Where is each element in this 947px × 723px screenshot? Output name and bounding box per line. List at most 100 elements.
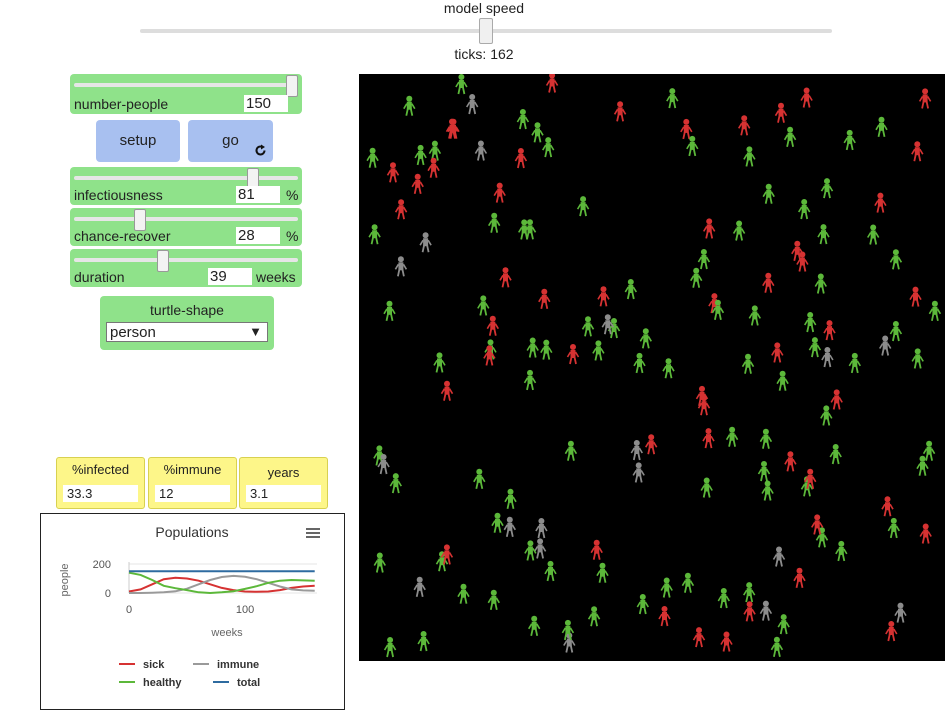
person-icon xyxy=(757,461,771,482)
person-icon xyxy=(597,286,610,307)
y-axis-label: people xyxy=(59,563,71,596)
x-tick-label: 100 xyxy=(236,604,254,616)
person-icon xyxy=(889,321,903,342)
person-icon xyxy=(911,141,924,162)
setup-button[interactable]: setup xyxy=(96,120,180,162)
series-line-immune xyxy=(129,574,315,594)
person-icon xyxy=(523,369,537,391)
number-people-slider[interactable]: number-people 150 xyxy=(70,74,302,114)
person-icon xyxy=(636,594,649,615)
monitor-value: 33.3 xyxy=(63,485,138,502)
person-icon xyxy=(720,631,733,652)
person-icon xyxy=(596,562,609,583)
person-icon xyxy=(538,288,551,309)
person-icon xyxy=(919,523,932,544)
person-icon xyxy=(488,212,501,233)
model-speed-label: model speed xyxy=(443,0,525,16)
person-icon xyxy=(772,546,786,567)
monitor-value: 12 xyxy=(155,485,230,502)
person-icon xyxy=(800,87,813,108)
person-icon xyxy=(894,602,907,623)
person-icon xyxy=(848,352,861,374)
person-icon xyxy=(581,316,595,337)
person-icon xyxy=(440,380,454,401)
chooser-value: person xyxy=(110,324,156,341)
person-icon xyxy=(528,615,541,636)
person-icon xyxy=(457,583,470,604)
slider-handle[interactable] xyxy=(286,75,298,97)
person-icon xyxy=(535,518,548,539)
chance-recover-slider[interactable]: chance-recover 28 % xyxy=(70,208,302,246)
monitor-value: 3.1 xyxy=(246,485,321,502)
person-icon xyxy=(592,340,605,361)
slider-track[interactable] xyxy=(74,176,298,180)
slider-track[interactable] xyxy=(74,217,298,221)
person-icon xyxy=(697,249,711,270)
immune-monitor: %immune 12 xyxy=(148,457,237,509)
person-icon xyxy=(762,272,775,293)
person-icon xyxy=(658,606,671,627)
person-icon xyxy=(743,582,756,603)
duration-slider[interactable]: duration 39 weeks xyxy=(70,249,302,287)
person-icon xyxy=(887,517,900,539)
legend-label-sick[interactable]: sick xyxy=(143,659,165,671)
person-icon xyxy=(815,527,829,548)
legend-label-healthy[interactable]: healthy xyxy=(143,677,182,689)
slider-track[interactable] xyxy=(74,258,298,262)
person-icon xyxy=(814,273,827,294)
world-view[interactable] xyxy=(359,72,945,661)
person-icon xyxy=(777,614,790,635)
person-icon xyxy=(662,358,675,379)
person-icon xyxy=(477,295,490,316)
person-icon xyxy=(717,588,730,609)
person-icon xyxy=(748,305,761,326)
model-speed-handle[interactable] xyxy=(479,18,493,44)
person-icon xyxy=(690,267,703,288)
person-icon xyxy=(909,286,922,307)
person-icon xyxy=(762,183,775,204)
chart-title: Populations xyxy=(155,524,228,540)
person-icon xyxy=(660,577,673,598)
slider-unit: % xyxy=(286,228,299,244)
person-icon xyxy=(889,249,903,270)
person-icon xyxy=(389,473,402,494)
person-icon xyxy=(564,440,578,461)
go-button[interactable]: go xyxy=(188,120,273,162)
person-icon xyxy=(820,178,834,199)
person-icon xyxy=(474,140,488,161)
person-icon xyxy=(526,337,539,358)
person-icon xyxy=(473,468,486,489)
person-icon xyxy=(867,224,880,245)
person-icon xyxy=(783,126,797,147)
person-icon xyxy=(545,72,559,93)
person-icon xyxy=(633,352,646,374)
monitor-label: %infected xyxy=(71,462,130,477)
person-icon xyxy=(743,146,756,167)
person-icon xyxy=(516,109,530,130)
slider-value: 150 xyxy=(244,95,288,112)
slider-unit: weeks xyxy=(256,269,296,285)
person-icon xyxy=(879,335,892,356)
person-icon xyxy=(680,118,693,140)
person-icon xyxy=(770,636,784,657)
y-tick-label: 0 xyxy=(105,588,111,600)
slider-label: number-people xyxy=(74,96,169,112)
turtle-shape-select[interactable]: person ▼ xyxy=(106,322,268,342)
slider-handle[interactable] xyxy=(157,250,169,272)
person-icon xyxy=(386,162,400,183)
person-icon xyxy=(829,444,842,465)
world-canvas[interactable] xyxy=(359,72,945,661)
legend-label-total[interactable]: total xyxy=(237,677,260,689)
chooser-label: turtle-shape xyxy=(150,302,224,318)
hamburger-menu-icon[interactable] xyxy=(305,526,321,540)
slider-track[interactable] xyxy=(74,83,298,87)
turtle-shape-chooser: turtle-shape person ▼ xyxy=(100,296,274,350)
legend-label-immune[interactable]: immune xyxy=(217,659,259,671)
person-icon xyxy=(702,428,715,449)
forever-loop-icon xyxy=(255,144,266,156)
y-tick-label: 200 xyxy=(93,559,111,571)
person-icon xyxy=(759,600,773,621)
person-icon xyxy=(732,220,746,241)
person-icon xyxy=(793,567,806,588)
infectiousness-slider[interactable]: infectiousness 81 % xyxy=(70,167,302,205)
